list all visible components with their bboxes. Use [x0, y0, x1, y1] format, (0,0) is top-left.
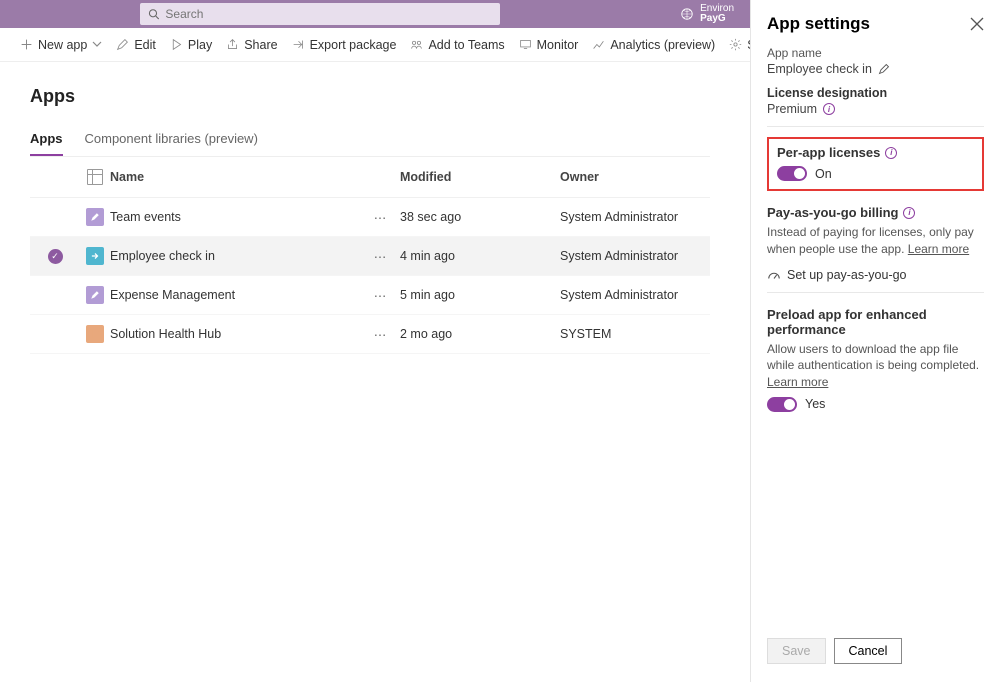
env-name: PayG — [700, 14, 734, 24]
tabs: Apps Component libraries (preview) — [30, 131, 710, 157]
owner-cell: SYSTEM — [560, 327, 710, 341]
app-name-label: App name — [767, 46, 984, 60]
search-box[interactable] — [140, 3, 500, 25]
modified-cell: 38 sec ago — [400, 210, 560, 224]
preload-state: Yes — [805, 397, 825, 411]
per-app-state: On — [815, 167, 832, 181]
payg-title: Pay-as-you-go billing — [767, 205, 898, 220]
preload-desc: Allow users to download the app file whi… — [767, 342, 979, 373]
export-label: Export package — [310, 38, 397, 52]
app-icon — [86, 208, 104, 226]
app-icon — [86, 247, 104, 265]
app-name-cell[interactable]: Employee check in — [110, 249, 360, 263]
close-icon[interactable] — [970, 17, 984, 31]
cancel-button[interactable]: Cancel — [834, 638, 903, 664]
pencil-icon — [116, 38, 129, 51]
panel-title: App settings — [767, 14, 870, 34]
table-row[interactable]: Expense Management⋯5 min agoSystem Admin… — [30, 276, 710, 315]
analytics-icon — [592, 38, 605, 51]
pencil-icon[interactable] — [878, 63, 890, 75]
share-button[interactable]: Share — [226, 38, 277, 52]
app-name-cell[interactable]: Solution Health Hub — [110, 327, 360, 341]
app-name-value: Employee check in — [767, 62, 872, 76]
export-icon — [292, 38, 305, 51]
payg-learn-more[interactable]: Learn more — [908, 242, 969, 256]
selected-indicator — [48, 249, 63, 264]
modified-cell: 5 min ago — [400, 288, 560, 302]
plus-icon — [20, 38, 33, 51]
play-label: Play — [188, 38, 212, 52]
environment-icon — [680, 7, 694, 21]
environment-picker[interactable]: Environ PayG — [680, 0, 734, 28]
per-app-licenses-box: Per-app licenses On — [767, 137, 984, 191]
per-app-toggle[interactable] — [777, 166, 807, 181]
search-icon — [148, 8, 159, 20]
more-actions[interactable]: ⋯ — [360, 327, 400, 342]
chevron-down-icon — [92, 38, 102, 52]
info-icon[interactable] — [903, 207, 915, 219]
column-options-icon[interactable] — [87, 169, 103, 185]
app-settings-panel: App settings App name Employee check in … — [750, 0, 1000, 682]
header-modified[interactable]: Modified — [400, 170, 560, 184]
monitor-icon — [519, 38, 532, 51]
meter-icon — [767, 268, 781, 282]
table-row[interactable]: Employee check in⋯4 min agoSystem Admini… — [30, 237, 710, 276]
save-button: Save — [767, 638, 826, 664]
add-to-teams-button[interactable]: Add to Teams — [410, 38, 504, 52]
info-icon[interactable] — [885, 147, 897, 159]
play-icon — [170, 38, 183, 51]
preload-learn-more[interactable]: Learn more — [767, 375, 828, 389]
setup-payg-label: Set up pay-as-you-go — [787, 268, 907, 282]
more-actions[interactable]: ⋯ — [360, 210, 400, 225]
tab-component-libraries[interactable]: Component libraries (preview) — [85, 131, 258, 156]
page-title: Apps — [30, 86, 710, 107]
more-actions[interactable]: ⋯ — [360, 249, 400, 264]
app-name-cell[interactable]: Expense Management — [110, 288, 360, 302]
info-icon[interactable] — [823, 103, 835, 115]
table-row[interactable]: Team events⋯38 sec agoSystem Administrat… — [30, 198, 710, 237]
share-label: Share — [244, 38, 277, 52]
modified-cell: 2 mo ago — [400, 327, 560, 341]
new-app-button[interactable]: New app — [20, 38, 102, 52]
main-content: Apps Apps Component libraries (preview) … — [0, 62, 740, 354]
tab-apps[interactable]: Apps — [30, 131, 63, 156]
share-icon — [226, 38, 239, 51]
table-row[interactable]: Solution Health Hub⋯2 mo agoSYSTEM — [30, 315, 710, 354]
app-icon — [86, 325, 104, 343]
owner-cell: System Administrator — [560, 249, 710, 263]
grid-header: Name Modified Owner — [30, 157, 710, 198]
apps-grid: Name Modified Owner Team events⋯38 sec a… — [30, 157, 710, 354]
setup-payg-button[interactable]: Set up pay-as-you-go — [767, 268, 984, 282]
license-label: License designation — [767, 86, 984, 100]
gear-icon — [729, 38, 742, 51]
teams-icon — [410, 38, 423, 51]
new-app-label: New app — [38, 38, 87, 52]
search-input[interactable] — [165, 7, 492, 21]
preload-title: Preload app for enhanced performance — [767, 307, 984, 337]
modified-cell: 4 min ago — [400, 249, 560, 263]
app-icon — [86, 286, 104, 304]
export-button[interactable]: Export package — [292, 38, 397, 52]
header-name[interactable]: Name — [110, 170, 360, 184]
app-name-cell[interactable]: Team events — [110, 210, 360, 224]
per-app-title: Per-app licenses — [777, 145, 880, 160]
monitor-button[interactable]: Monitor — [519, 38, 579, 52]
monitor-label: Monitor — [537, 38, 579, 52]
edit-button[interactable]: Edit — [116, 38, 156, 52]
header-owner[interactable]: Owner — [560, 170, 710, 184]
analytics-label: Analytics (preview) — [610, 38, 715, 52]
edit-label: Edit — [134, 38, 156, 52]
preload-toggle[interactable] — [767, 397, 797, 412]
teams-label: Add to Teams — [428, 38, 504, 52]
owner-cell: System Administrator — [560, 288, 710, 302]
license-value: Premium — [767, 102, 817, 116]
play-button[interactable]: Play — [170, 38, 212, 52]
owner-cell: System Administrator — [560, 210, 710, 224]
analytics-button[interactable]: Analytics (preview) — [592, 38, 715, 52]
more-actions[interactable]: ⋯ — [360, 288, 400, 303]
